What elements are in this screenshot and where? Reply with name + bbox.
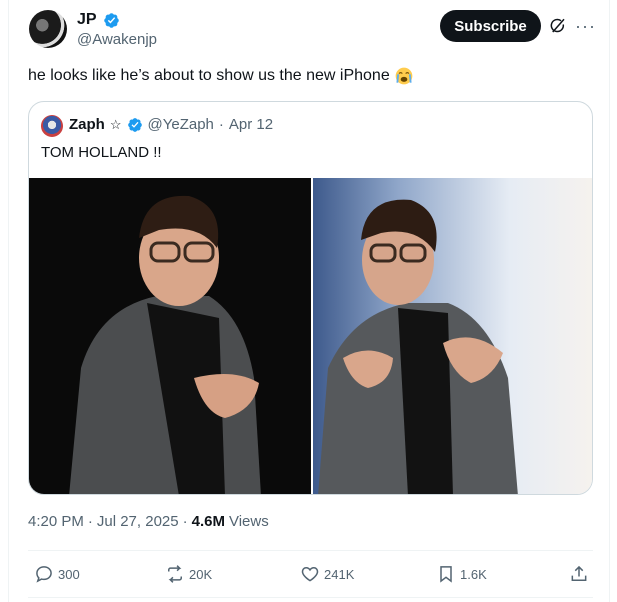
- grok-icon[interactable]: [549, 17, 567, 35]
- timestamp-dot: ·: [87, 513, 93, 530]
- repost-button[interactable]: 20K: [165, 564, 212, 584]
- quoted-tweet-card[interactable]: Zaph ☆ @YeZaph · Apr 12 TOM HOLLAND !!: [28, 101, 593, 495]
- like-button[interactable]: 241K: [300, 564, 354, 584]
- bookmark-icon: [440, 566, 452, 583]
- bookmark-button[interactable]: 1.6K: [436, 564, 487, 584]
- more-options-icon[interactable]: ···: [575, 16, 595, 36]
- quoted-verified-badge-icon: [127, 117, 142, 132]
- timestamp-dot: ·: [182, 513, 188, 530]
- quoted-author-handle[interactable]: @YeZaph: [148, 116, 214, 133]
- loudly-crying-face-icon: [395, 67, 413, 85]
- quoted-text: TOM HOLLAND !!: [41, 144, 162, 161]
- timestamp-row: 4:20 PM · Jul 27, 2025 · 4.6M Views: [28, 513, 269, 530]
- views-label: Views: [228, 513, 269, 530]
- tweet-date[interactable]: Jul 27, 2025: [97, 513, 179, 530]
- person-silhouette-left: [69, 195, 261, 494]
- quoted-author-avatar[interactable]: [41, 115, 63, 137]
- heart-icon: [301, 566, 319, 582]
- person-silhouette-right: [318, 199, 518, 494]
- quoted-star-icon: ☆: [109, 116, 122, 132]
- author-name[interactable]: JP: [77, 11, 97, 29]
- repost-icon: [168, 565, 182, 583]
- reply-button[interactable]: 300: [34, 564, 80, 584]
- subscribe-button[interactable]: Subscribe: [440, 10, 541, 42]
- tweet-time[interactable]: 4:20 PM: [28, 513, 84, 530]
- views-count: 4.6M: [191, 513, 225, 530]
- divider-bottom: [28, 597, 593, 598]
- share-icon: [571, 565, 587, 581]
- left-border: [8, 0, 9, 602]
- quoted-photo-1[interactable]: [29, 178, 311, 494]
- author-handle[interactable]: @Awakenjp: [77, 31, 157, 48]
- quoted-dot-separator: ·: [218, 116, 224, 133]
- quoted-author-name[interactable]: Zaph: [69, 116, 105, 133]
- reply-count: 300: [58, 566, 80, 582]
- repost-count: 20K: [189, 566, 213, 582]
- quoted-photo-2[interactable]: [313, 178, 592, 494]
- quoted-date[interactable]: Apr 12: [229, 116, 273, 133]
- author-avatar[interactable]: [29, 10, 67, 48]
- right-border: [609, 0, 610, 602]
- tweet-text-row: he looks like he’s about to show us the …: [28, 66, 414, 86]
- verified-badge-icon: [103, 12, 119, 28]
- reply-icon: [36, 566, 52, 583]
- divider-top: [28, 550, 593, 551]
- quoted-header: Zaph ☆ @YeZaph · Apr 12: [69, 116, 273, 133]
- share-button[interactable]: [569, 564, 589, 584]
- like-count: 241K: [324, 566, 355, 582]
- bookmark-count: 1.6K: [460, 566, 487, 582]
- author-name-row: JP: [77, 10, 120, 30]
- tweet-text: he looks like he’s about to show us the …: [28, 67, 390, 84]
